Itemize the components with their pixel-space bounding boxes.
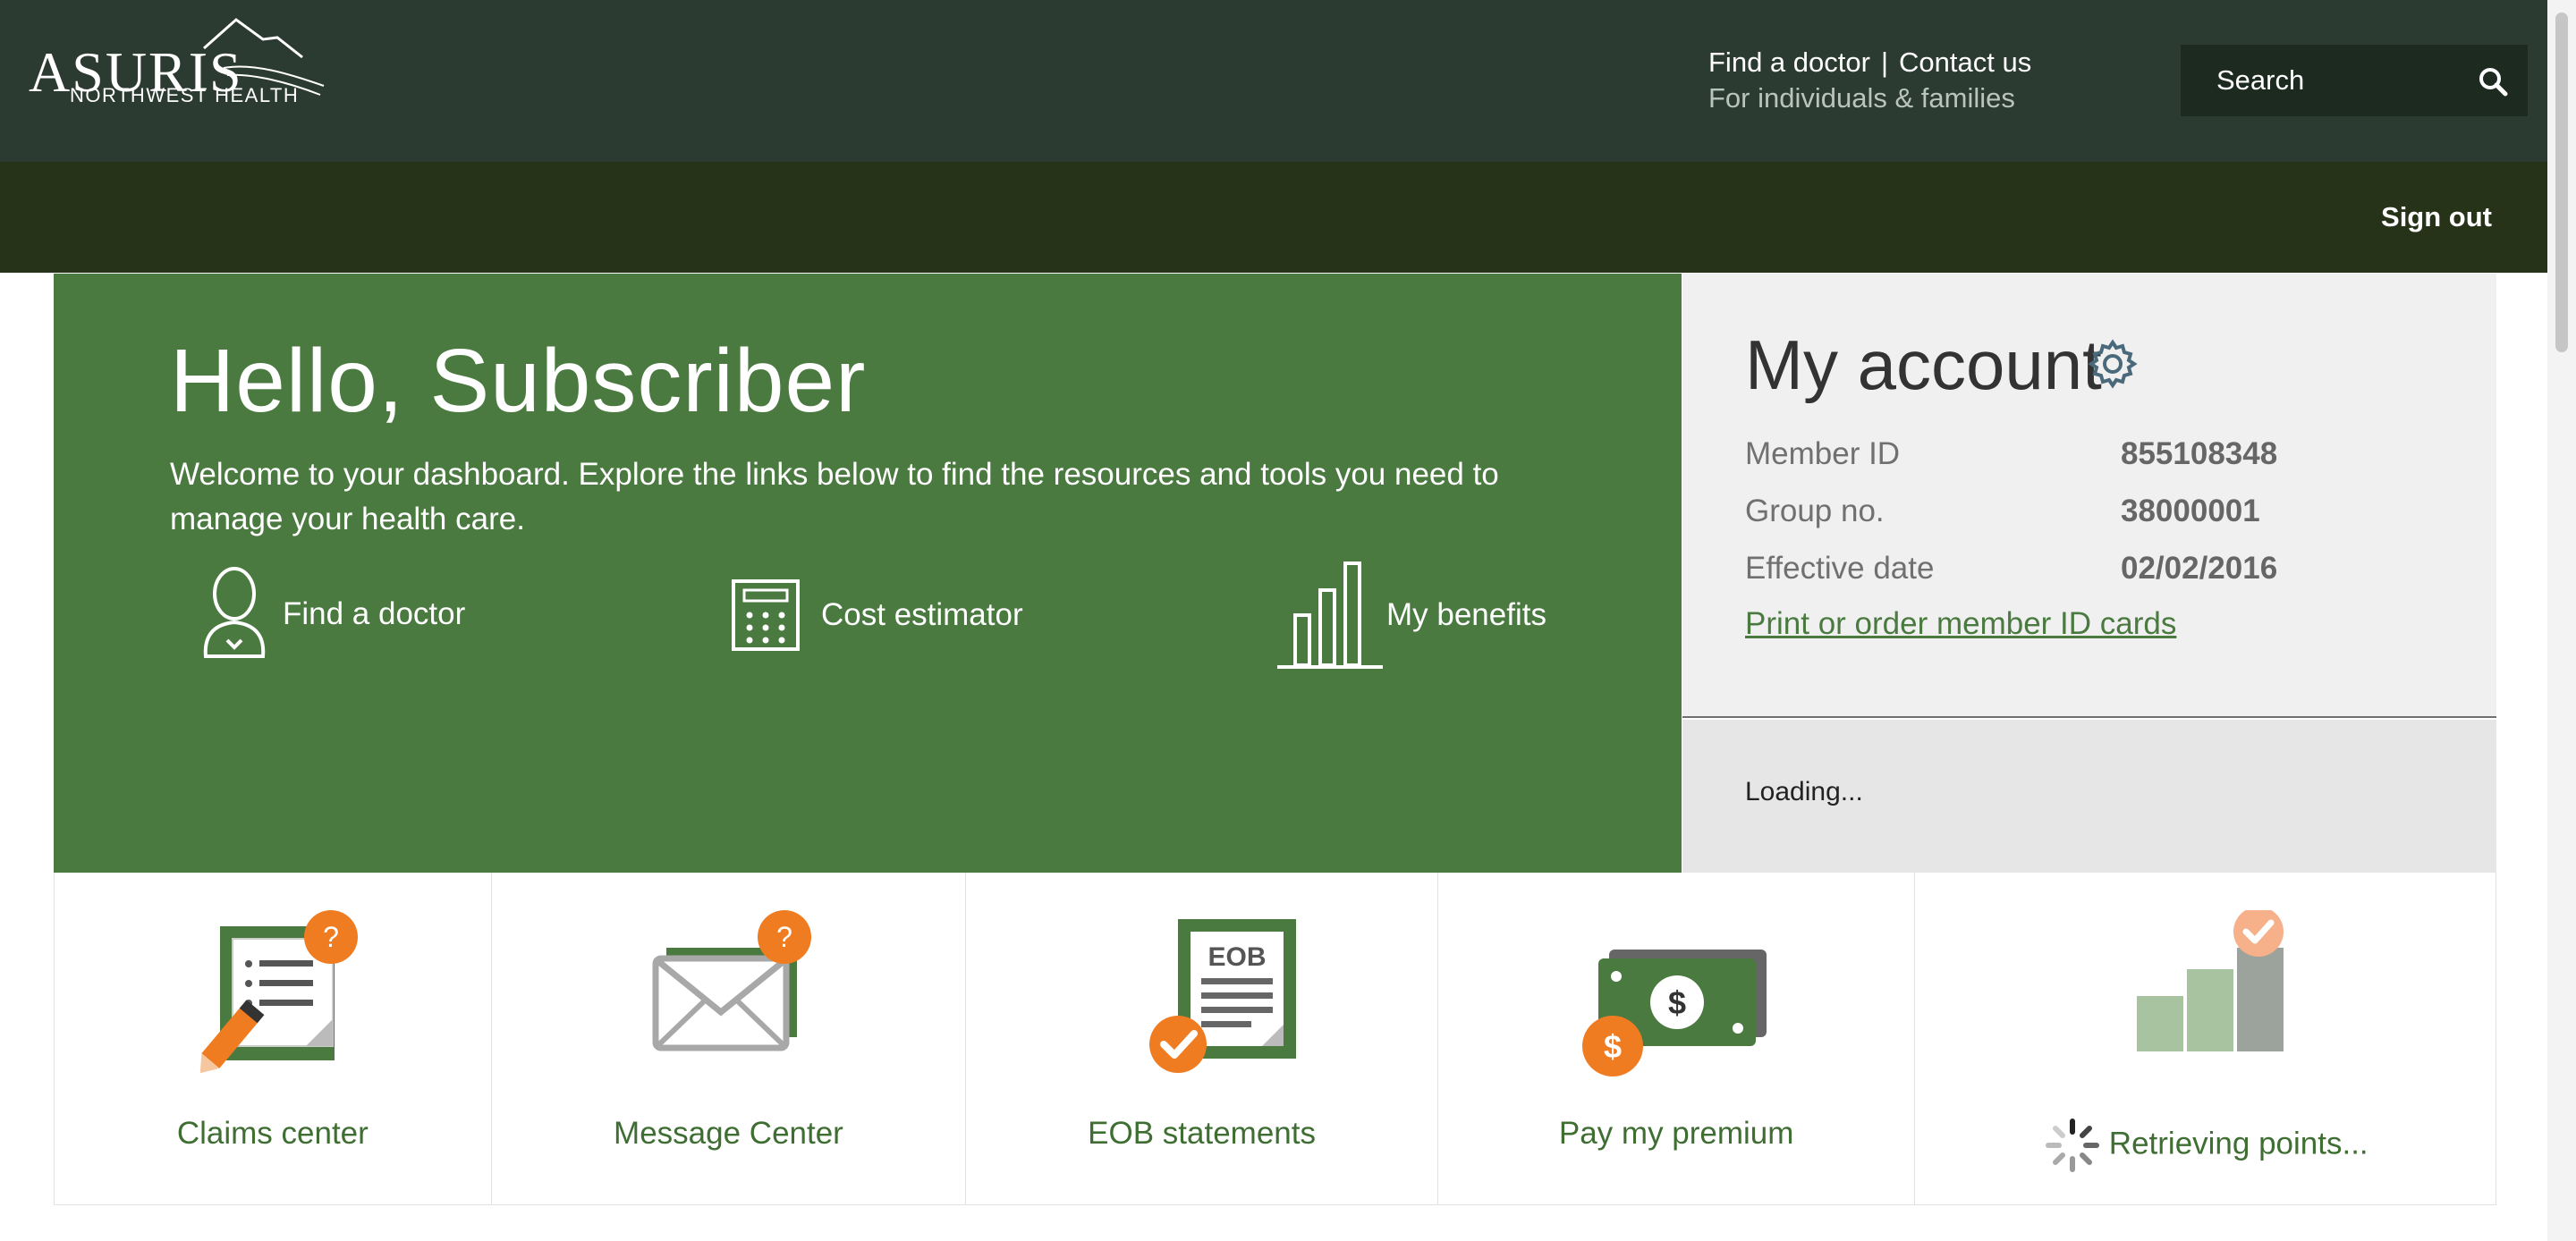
- claims-center-tile[interactable]: ? Claims center: [55, 873, 492, 1204]
- points-status-label: Retrieving points...: [2108, 1126, 2368, 1161]
- calculator-icon: [732, 579, 800, 651]
- find-doctor-link[interactable]: Find a doctor: [1708, 46, 1870, 78]
- logo-subtitle: NORTHWEST HEALTH: [70, 84, 299, 106]
- message-center-tile[interactable]: ? Message Center: [492, 873, 967, 1204]
- site-header: ASURIS NORTHWEST HEALTH Find a doctor | Co…: [0, 0, 2547, 162]
- member-id-label: Member ID: [1745, 436, 1901, 471]
- audience-label: For individuals & families: [1708, 82, 2015, 114]
- scrollbar-thumb[interactable]: [2555, 13, 2568, 352]
- loading-text: Loading...: [1745, 777, 1863, 806]
- member-id-row: Member ID 855108348: [1745, 435, 2277, 474]
- welcome-hero: Hello, Subscriber Welcome to your dashbo…: [54, 274, 1682, 873]
- gear-icon[interactable]: [2087, 338, 2139, 390]
- member-id-value: 855108348: [2121, 436, 2278, 471]
- search-placeholder: Search: [2216, 64, 2305, 96]
- search-icon[interactable]: [2478, 66, 2508, 97]
- points-status: Retrieving points...: [1915, 1116, 2496, 1175]
- cost-estimator-quicklink[interactable]: Cost estimator: [730, 578, 1023, 653]
- pay-premium-label: Pay my premium: [1558, 1116, 1794, 1151]
- group-no-row: Group no. 38000001: [1745, 492, 2260, 531]
- search-input[interactable]: Search: [2181, 45, 2528, 116]
- pay-premium-tile[interactable]: $ $ Pay my premium: [1438, 873, 1916, 1204]
- find-doctor-quicklink[interactable]: Find a doctor: [197, 565, 465, 663]
- my-benefits-label: My benefits: [1386, 597, 1546, 632]
- my-benefits-quicklink[interactable]: My benefits: [1275, 560, 1546, 671]
- loading-spinner-icon: [2045, 1119, 2099, 1172]
- effective-date-value: 02/02/2016: [2121, 551, 2278, 586]
- welcome-message: Welcome to your dashboard. Explore the l…: [170, 457, 1499, 536]
- points-chart-icon: [2136, 910, 2284, 1051]
- utility-nav: Find a doctor | Contact us For individuals…: [1708, 45, 2031, 116]
- claims-icon: ?: [199, 910, 358, 1074]
- page-scrollbar[interactable]: [2547, 0, 2576, 1241]
- eob-statements-label: EOB statements: [1088, 1116, 1316, 1151]
- effective-date-label: Effective date: [1745, 551, 1935, 586]
- claims-center-label: Claims center: [176, 1116, 369, 1151]
- envelope-icon: ?: [652, 910, 812, 1051]
- find-doctor-label: Find a doctor: [283, 596, 466, 631]
- effective-date-row: Effective date 02/02/2016: [1745, 549, 2277, 588]
- asuris-logo[interactable]: ASURIS NORTHWEST HEALTH: [29, 16, 333, 114]
- svg-text:$: $: [1668, 984, 1686, 1021]
- eob-document-icon: EOB: [1148, 919, 1296, 1073]
- cost-estimator-label: Cost estimator: [821, 597, 1023, 632]
- greeting-title: Hello, Subscriber: [170, 331, 867, 431]
- eob-statements-tile[interactable]: EOB EOB statements: [966, 873, 1438, 1204]
- points-tile[interactable]: Retrieving points...: [1915, 873, 2496, 1204]
- money-icon: $ $: [1582, 950, 1767, 1076]
- svg-text:$: $: [1604, 1028, 1622, 1065]
- sign-out-button[interactable]: Sign out: [2381, 201, 2492, 233]
- dashboard-tiles: ? Claims center ? Message Center EOB EOB…: [54, 873, 2496, 1205]
- group-no-value: 38000001: [2121, 494, 2260, 528]
- account-bar: Sign out: [0, 162, 2547, 273]
- group-no-label: Group no.: [1745, 494, 1885, 528]
- eob-icon-text: EOB: [1208, 942, 1266, 972]
- my-account-title: My account: [1745, 325, 2102, 404]
- message-center-label: Message Center: [614, 1116, 843, 1151]
- svg-text:?: ?: [777, 921, 793, 953]
- bar-chart-icon: [1277, 561, 1383, 669]
- utility-divider: |: [1880, 46, 1888, 78]
- my-account-panel: My account Member ID 855108348 Group no. 3…: [1682, 274, 2496, 718]
- loading-panel: Loading...: [1682, 720, 2496, 873]
- contact-us-link[interactable]: Contact us: [1899, 46, 2031, 78]
- id-cards-link[interactable]: Print or order member ID cards: [1745, 606, 2176, 642]
- person-icon: [203, 567, 266, 658]
- svg-text:?: ?: [323, 921, 339, 953]
